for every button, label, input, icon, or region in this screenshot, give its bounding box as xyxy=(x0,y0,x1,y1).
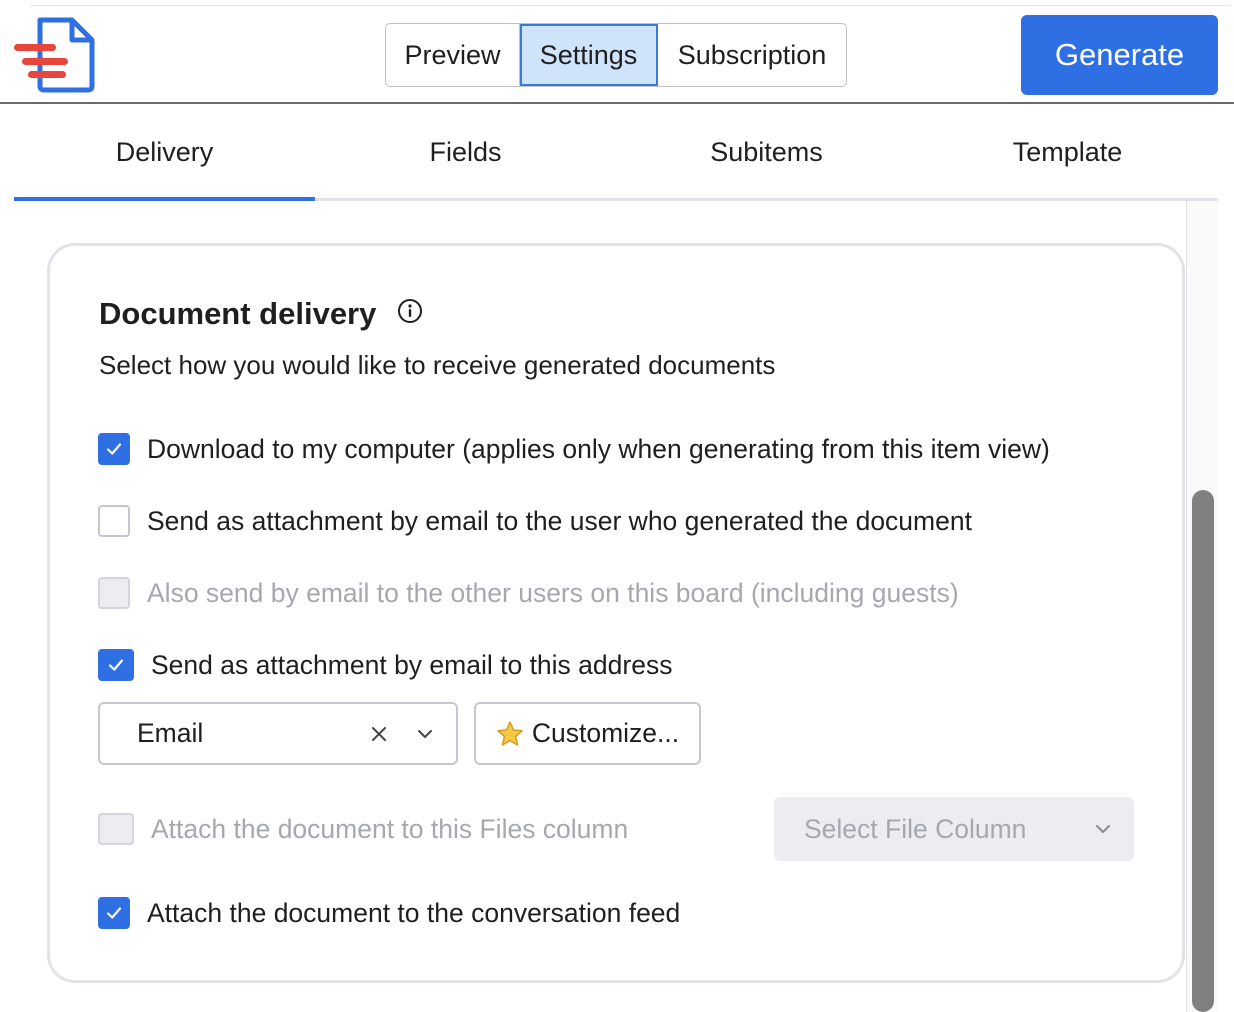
file-column-select: Select File Column xyxy=(774,797,1134,861)
tab-template[interactable]: Template xyxy=(917,106,1218,198)
check-icon xyxy=(106,907,122,919)
email-board-label: Also send by email to the other users on… xyxy=(147,577,959,608)
option-conversation-feed[interactable]: Attach the document to the conversation … xyxy=(98,897,680,929)
app-header: Preview Settings Subscription Generate xyxy=(0,0,1234,104)
scrollbar-thumb[interactable] xyxy=(1192,490,1214,1012)
segment-preview[interactable]: Preview xyxy=(386,24,520,86)
files-column-checkbox xyxy=(98,813,134,845)
tab-delivery[interactable]: Delivery xyxy=(14,106,315,201)
view-segmented-control: Preview Settings Subscription xyxy=(385,23,847,87)
chevron-down-icon xyxy=(1096,825,1110,833)
segment-settings[interactable]: Settings xyxy=(520,24,658,86)
section-title: Document delivery xyxy=(99,296,377,331)
email-column-select[interactable]: Email xyxy=(98,702,458,765)
conversation-feed-label: Attach the document to the conversation … xyxy=(147,897,681,928)
generate-button[interactable]: Generate xyxy=(1021,15,1218,95)
email-address-checkbox[interactable] xyxy=(98,649,134,681)
segment-subscription[interactable]: Subscription xyxy=(658,24,846,86)
download-label: Download to my computer (applies only wh… xyxy=(147,433,1050,464)
tab-subitems[interactable]: Subitems xyxy=(616,106,917,198)
option-email-address[interactable]: Send as attachment by email to this addr… xyxy=(98,649,672,681)
customize-label: Customize... xyxy=(531,718,680,748)
clear-icon[interactable] xyxy=(368,723,390,745)
document-lines-logo-icon xyxy=(14,17,95,93)
file-column-placeholder: Select File Column xyxy=(804,813,1027,844)
check-icon xyxy=(108,659,124,671)
email-select-value: Email xyxy=(137,718,204,748)
option-download[interactable]: Download to my computer (applies only wh… xyxy=(98,433,1050,465)
email-user-checkbox[interactable] xyxy=(98,505,130,537)
chevron-down-icon[interactable] xyxy=(416,725,434,743)
info-icon[interactable] xyxy=(397,298,423,324)
email-address-label: Send as attachment by email to this addr… xyxy=(151,649,673,680)
email-board-checkbox xyxy=(98,577,130,609)
conversation-feed-checkbox[interactable] xyxy=(98,897,130,929)
tab-fields[interactable]: Fields xyxy=(315,106,616,198)
settings-tabs: Delivery Fields Subitems Template xyxy=(14,106,1218,201)
option-email-board: Also send by email to the other users on… xyxy=(98,577,959,609)
check-icon xyxy=(106,443,122,455)
email-user-label: Send as attachment by email to the user … xyxy=(147,505,972,536)
section-subtitle: Select how you would like to receive gen… xyxy=(99,350,776,380)
star-icon xyxy=(497,720,523,746)
customize-button[interactable]: Customize... xyxy=(474,702,701,765)
option-email-user[interactable]: Send as attachment by email to the user … xyxy=(98,505,972,537)
files-column-label: Attach the document to this Files column xyxy=(151,813,629,844)
option-files-column: Attach the document to this Files column xyxy=(98,813,628,845)
download-checkbox[interactable] xyxy=(98,433,130,465)
